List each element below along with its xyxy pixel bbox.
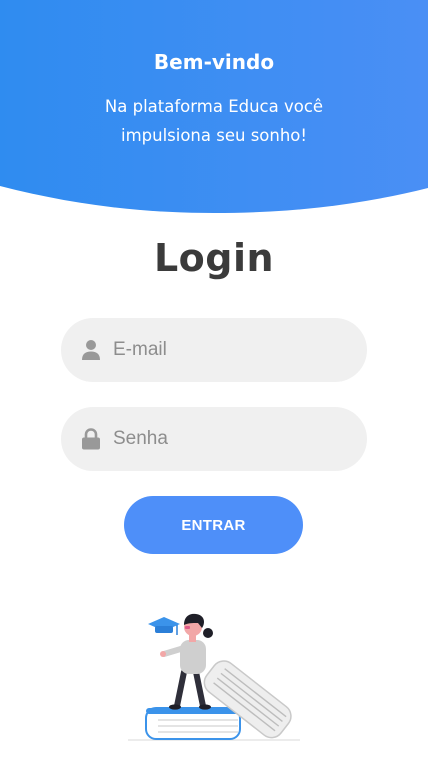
login-title: Login — [153, 236, 275, 280]
lock-icon — [81, 428, 101, 450]
welcome-title: Bem-vindo — [153, 50, 275, 74]
welcome-subtitle: Na plataforma Educa você impulsiona seu … — [104, 97, 324, 145]
login-button[interactable]: ENTRAR — [124, 496, 303, 554]
welcome-header: Bem-vindo Na plataforma Educa você impul… — [0, 0, 428, 215]
email-input[interactable] — [113, 339, 353, 361]
email-field[interactable] — [61, 318, 367, 382]
password-input[interactable] — [113, 428, 353, 450]
student-on-books-illustration — [120, 610, 310, 749]
user-icon — [81, 339, 101, 361]
password-field[interactable] — [61, 407, 367, 471]
